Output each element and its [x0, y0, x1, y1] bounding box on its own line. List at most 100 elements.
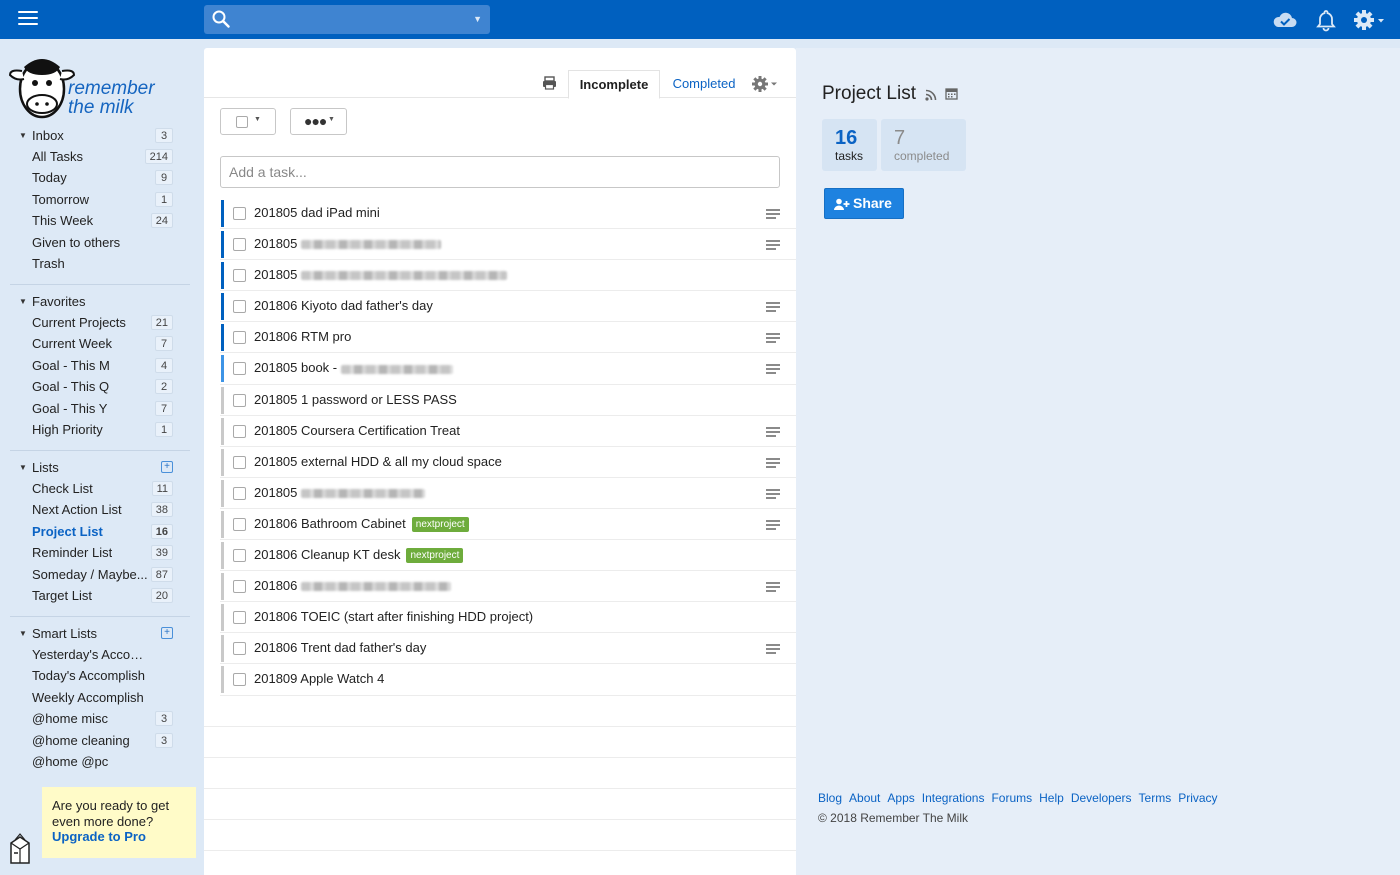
add-task-input[interactable]: [220, 156, 780, 188]
task-row[interactable]: 201805 external HDD & all my cloud space: [220, 447, 796, 478]
task-row[interactable]: 201806 Kiyoto dad father's day: [220, 291, 796, 323]
sidebar-item-target-list[interactable]: Target List 20: [0, 585, 190, 606]
task-row[interactable]: 201805: [220, 229, 796, 261]
select-tasks-button[interactable]: ▼: [220, 108, 276, 135]
sidebar-item-check-list[interactable]: Check List 11: [0, 478, 190, 499]
add-list-icon[interactable]: +: [161, 461, 173, 473]
sidebar-item-goal-this-q[interactable]: Goal - This Q 2: [0, 376, 190, 397]
task-row[interactable]: 201805 1 password or LESS PASS: [220, 385, 796, 416]
sidebar-item-home-pc[interactable]: @home @pc: [0, 751, 190, 772]
sidebar-item-given-to-others[interactable]: Given to others: [0, 232, 190, 253]
footer-link-apps[interactable]: Apps: [887, 791, 914, 805]
sidebar-item-reminder-list[interactable]: Reminder List 39: [0, 542, 190, 563]
completed-stat[interactable]: 7 completed: [881, 119, 966, 171]
favorites-header[interactable]: ▼ Favorites: [0, 291, 190, 312]
sync-cloud-icon[interactable]: [1272, 8, 1298, 32]
rss-feed-icon[interactable]: [925, 89, 937, 101]
task-checkbox[interactable]: [233, 517, 246, 531]
tab-incomplete[interactable]: Incomplete: [568, 70, 660, 99]
sidebar-item-project-list[interactable]: Project List 16: [0, 521, 190, 542]
tab-completed[interactable]: Completed: [666, 70, 742, 98]
task-row[interactable]: 201809 Apple Watch 4: [220, 664, 796, 696]
sidebar-item-yesterday-s-accomp[interactable]: Yesterday's Accomp...: [0, 644, 190, 665]
footer-link-about[interactable]: About: [849, 791, 880, 805]
task-checkbox[interactable]: [233, 393, 246, 407]
task-row[interactable]: 201805: [220, 260, 796, 292]
sidebar-item-current-week[interactable]: Current Week 7: [0, 333, 190, 354]
collapse-triangle-icon[interactable]: ▼: [19, 623, 27, 644]
footer-link-blog[interactable]: Blog: [818, 791, 842, 805]
task-row[interactable]: 201805 Coursera Certification Treat: [220, 416, 796, 447]
task-row[interactable]: 201806 Bathroom Cabinet nextproject: [220, 509, 796, 541]
sidebar-item-weekly-accomplish[interactable]: Weekly Accomplish: [0, 687, 190, 708]
lists-header[interactable]: ▼ Lists +: [0, 457, 190, 478]
inbox-header[interactable]: ▼ Inbox 3: [0, 125, 190, 146]
task-tag[interactable]: nextproject: [406, 548, 464, 564]
collapse-triangle-icon[interactable]: ▼: [19, 457, 27, 478]
tasks-stat[interactable]: 16 tasks: [822, 119, 877, 171]
footer-link-privacy[interactable]: Privacy: [1178, 791, 1217, 805]
menu-icon[interactable]: [18, 11, 38, 27]
task-row[interactable]: 201805: [220, 478, 796, 509]
more-actions-button[interactable]: ●●● ▼: [290, 108, 347, 135]
task-checkbox[interactable]: [233, 642, 246, 656]
task-checkbox[interactable]: [233, 549, 246, 563]
sidebar-item-someday-maybe[interactable]: Someday / Maybe... 87: [0, 564, 190, 585]
select-all-checkbox[interactable]: [236, 116, 248, 128]
remember-the-milk-logo[interactable]: remember the milk: [8, 47, 168, 119]
sidebar-item-all-tasks[interactable]: All Tasks 214: [0, 146, 190, 167]
task-checkbox[interactable]: [233, 580, 246, 594]
task-checkbox[interactable]: [233, 455, 246, 469]
sidebar-item-this-week[interactable]: This Week 24: [0, 210, 190, 231]
footer-link-terms[interactable]: Terms: [1139, 791, 1172, 805]
sidebar-item-trash[interactable]: Trash: [0, 253, 190, 274]
sidebar-item-home-cleaning[interactable]: @home cleaning 3: [0, 730, 190, 751]
bell-icon[interactable]: [1313, 8, 1339, 32]
task-checkbox[interactable]: [233, 362, 246, 376]
footer-link-integrations[interactable]: Integrations: [922, 791, 985, 805]
task-row[interactable]: 201806 Trent dad father's day: [220, 633, 796, 665]
share-button[interactable]: Share: [824, 188, 904, 219]
task-checkbox[interactable]: [233, 424, 246, 438]
task-checkbox[interactable]: [233, 269, 246, 283]
sidebar-item-next-action-list[interactable]: Next Action List 38: [0, 499, 190, 520]
task-checkbox[interactable]: [233, 238, 246, 252]
sidebar-item-goal-this-m[interactable]: Goal - This M 4: [0, 355, 190, 376]
collapse-triangle-icon[interactable]: ▼: [19, 291, 27, 312]
gear-icon[interactable]: [1352, 8, 1386, 32]
sidebar-item-goal-this-y[interactable]: Goal - This Y 7: [0, 398, 190, 419]
task-tag[interactable]: nextproject: [411, 517, 469, 532]
sidebar-item-current-projects[interactable]: Current Projects 21: [0, 312, 190, 333]
task-name: 201806 RTM pro: [254, 329, 352, 345]
task-checkbox[interactable]: [233, 207, 246, 220]
upgrade-to-pro-link[interactable]: Upgrade to Pro: [52, 829, 186, 845]
search-box[interactable]: ▼: [204, 5, 490, 34]
task-row[interactable]: 201806 RTM pro: [220, 322, 796, 354]
sidebar-item-today-s-accomplish[interactable]: Today's Accomplish: [0, 665, 190, 686]
footer-link-help[interactable]: Help: [1039, 791, 1064, 805]
search-dropdown-caret[interactable]: ▼: [473, 14, 482, 24]
footer-link-forums[interactable]: Forums: [991, 791, 1032, 805]
task-checkbox[interactable]: [233, 331, 246, 345]
task-checkbox[interactable]: [233, 673, 246, 687]
smart-lists-header[interactable]: ▼ Smart Lists +: [0, 623, 190, 644]
task-row[interactable]: 201806 TOEIC (start after finishing HDD …: [220, 602, 796, 634]
list-settings-gear-icon[interactable]: [750, 74, 780, 94]
task-row[interactable]: 201806: [220, 571, 796, 603]
task-row[interactable]: 201806 Cleanup KT desk nextproject: [220, 540, 796, 572]
calendar-icon[interactable]: [945, 87, 958, 100]
add-smart-list-icon[interactable]: +: [161, 627, 173, 639]
collapse-triangle-icon[interactable]: ▼: [19, 125, 27, 146]
sidebar-item-today[interactable]: Today 9: [0, 167, 190, 188]
task-checkbox[interactable]: [233, 486, 246, 500]
print-icon[interactable]: [542, 76, 557, 90]
sidebar-item-high-priority[interactable]: High Priority 1: [0, 419, 190, 440]
sidebar-item-tomorrow[interactable]: Tomorrow 1: [0, 189, 190, 210]
task-checkbox[interactable]: [233, 611, 246, 625]
task-row[interactable]: 201805 dad iPad mini: [220, 198, 796, 230]
task-row[interactable]: 201805 book -: [220, 353, 796, 385]
sidebar-item-home-misc[interactable]: @home misc 3: [0, 708, 190, 729]
task-checkbox[interactable]: [233, 300, 246, 314]
footer-link-developers[interactable]: Developers: [1071, 791, 1132, 805]
search-input[interactable]: [238, 9, 458, 30]
